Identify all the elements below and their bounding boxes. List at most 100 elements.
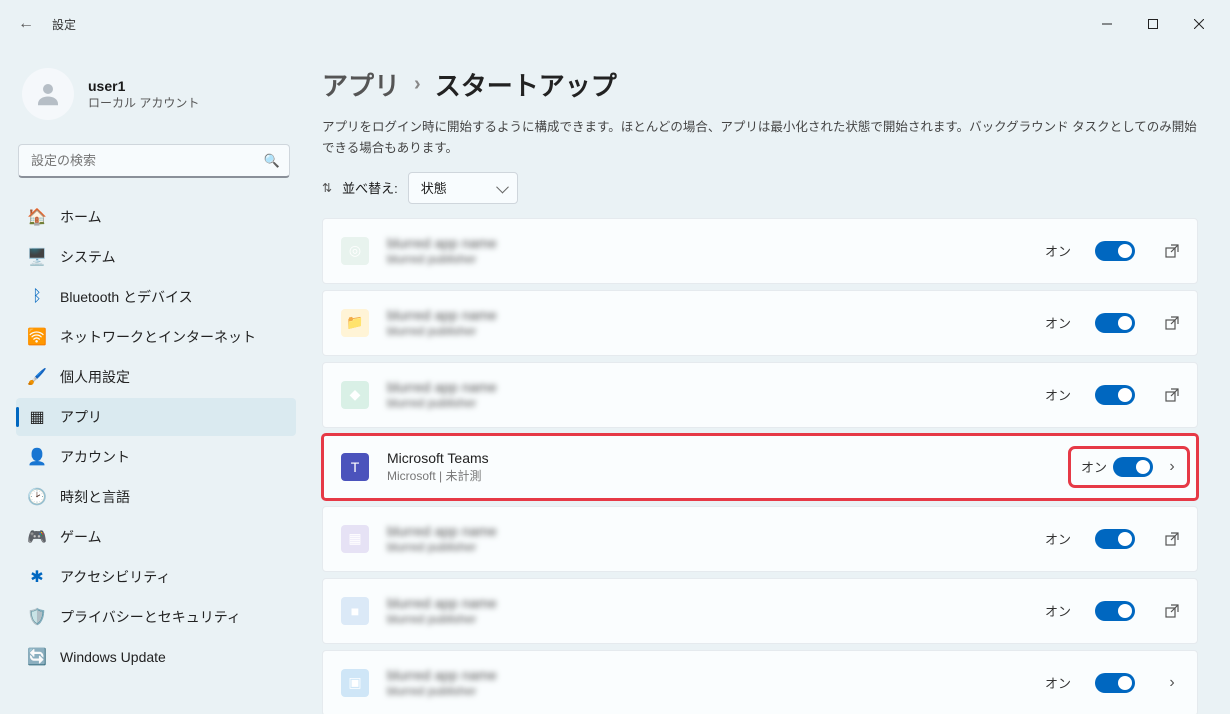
- breadcrumb-parent[interactable]: アプリ: [322, 66, 400, 103]
- sort-label: 並べ替え:: [342, 178, 398, 197]
- app-row[interactable]: ■blurred app nameblurred publisherオン: [322, 578, 1198, 644]
- toggle-state-label: オン: [1081, 457, 1107, 476]
- accessibility-icon: ✱: [28, 568, 46, 586]
- startup-toggle[interactable]: [1095, 601, 1135, 621]
- close-icon: [1194, 19, 1204, 29]
- nav-label: アクセシビリティ: [60, 567, 170, 587]
- search-input[interactable]: [18, 144, 290, 178]
- app-subtitle: blurred publisher: [387, 324, 1027, 338]
- user-block[interactable]: user1 ローカル アカウント: [16, 60, 296, 138]
- nav-update[interactable]: 🔄Windows Update: [16, 638, 296, 676]
- toggle-state-label: オン: [1045, 241, 1071, 260]
- app-subtitle: blurred publisher: [387, 540, 1027, 554]
- sidebar: user1 ローカル アカウント 🔍 🏠ホーム 🖥️ システム ᛒ Bluetoot…: [0, 48, 300, 714]
- expand-button[interactable]: ›: [1163, 458, 1181, 476]
- nav-system[interactable]: 🖥️ システム: [16, 238, 296, 276]
- highlighted-controls: オン ›: [1071, 449, 1187, 485]
- nav-label: ネットワークとインターネット: [60, 327, 256, 347]
- sort-select[interactable]: 状態: [408, 172, 518, 204]
- app-icon: ◎: [341, 237, 369, 265]
- nav-label: アプリ: [60, 407, 102, 427]
- app-icon: ▦: [341, 525, 369, 553]
- app-title: blurred app name: [387, 523, 1027, 539]
- close-button[interactable]: [1176, 8, 1222, 40]
- app-row[interactable]: ▦blurred app nameblurred publisherオン: [322, 506, 1198, 572]
- chevron-right-icon: ›: [414, 73, 421, 96]
- home-icon: 🏠: [28, 208, 46, 226]
- app-title: blurred app name: [387, 379, 1027, 395]
- startup-toggle[interactable]: [1095, 313, 1135, 333]
- expand-button[interactable]: ›: [1163, 674, 1181, 692]
- user-icon: [33, 79, 63, 109]
- titlebar: ← 設定: [0, 0, 1230, 48]
- app-row[interactable]: TMicrosoft TeamsMicrosoft | 未計測オン›: [322, 434, 1198, 500]
- maximize-button[interactable]: [1130, 8, 1176, 40]
- startup-toggle[interactable]: [1095, 241, 1135, 261]
- nav-apps[interactable]: ▦ アプリ: [16, 398, 296, 436]
- toggle-state-label: オン: [1045, 385, 1071, 404]
- startup-toggle[interactable]: [1113, 457, 1153, 477]
- nav-label: アカウント: [60, 447, 130, 467]
- app-title: blurred app name: [387, 667, 1027, 683]
- nav-label: システム: [60, 247, 116, 267]
- startup-toggle[interactable]: [1095, 529, 1135, 549]
- nav-label: プライバシーとセキュリティ: [60, 607, 241, 627]
- toggle-state-label: オン: [1045, 673, 1071, 692]
- app-row[interactable]: 📁blurred app nameblurred publisherオン: [322, 290, 1198, 356]
- app-icon: 📁: [341, 309, 369, 337]
- app-subtitle: blurred publisher: [387, 612, 1027, 626]
- app-row[interactable]: ▣blurred app nameblurred publisherオン›: [322, 650, 1198, 714]
- app-row[interactable]: ◎ blurred app nameblurred publisher オン: [322, 218, 1198, 284]
- user-name: user1: [88, 78, 199, 94]
- window-title: 設定: [52, 16, 76, 33]
- update-icon: 🔄: [28, 648, 46, 666]
- open-location-button[interactable]: [1163, 388, 1181, 402]
- system-icon: 🖥️: [28, 248, 46, 266]
- bluetooth-icon: ᛒ: [28, 288, 46, 306]
- open-location-button[interactable]: [1163, 532, 1181, 546]
- app-row[interactable]: ◆ blurred app nameblurred publisher オン: [322, 362, 1198, 428]
- open-location-button[interactable]: [1163, 244, 1181, 258]
- nav-label: 個人用設定: [60, 367, 130, 387]
- nav-personalization[interactable]: 🖌️個人用設定: [16, 358, 296, 396]
- sort-value: 状態: [421, 178, 447, 197]
- nav-label: Bluetooth とデバイス: [60, 287, 193, 307]
- app-icon: ▣: [341, 669, 369, 697]
- nav-time[interactable]: 🕑時刻と言語: [16, 478, 296, 516]
- maximize-icon: [1148, 19, 1158, 29]
- nav-accounts[interactable]: 👤 アカウント: [16, 438, 296, 476]
- app-subtitle: blurred publisher: [387, 396, 1027, 410]
- nav-gaming[interactable]: 🎮ゲーム: [16, 518, 296, 556]
- app-title: Microsoft Teams: [387, 450, 1053, 466]
- minimize-icon: [1102, 19, 1112, 29]
- startup-toggle[interactable]: [1095, 673, 1135, 693]
- app-icon: ◆: [341, 381, 369, 409]
- open-location-button[interactable]: [1163, 604, 1181, 618]
- user-subtitle: ローカル アカウント: [88, 94, 199, 111]
- nav-accessibility[interactable]: ✱ アクセシビリティ: [16, 558, 296, 596]
- apps-icon: ▦: [28, 408, 46, 426]
- nav-bluetooth[interactable]: ᛒ Bluetooth とデバイス: [16, 278, 296, 316]
- shield-icon: 🛡️: [28, 608, 46, 626]
- app-title: blurred app name: [387, 595, 1027, 611]
- nav-privacy[interactable]: 🛡️ プライバシーとセキュリティ: [16, 598, 296, 636]
- external-link-icon: [1165, 316, 1179, 330]
- external-link-icon: [1165, 388, 1179, 402]
- nav-home[interactable]: 🏠ホーム: [16, 198, 296, 236]
- external-link-icon: [1165, 244, 1179, 258]
- search-icon: 🔍: [264, 153, 280, 169]
- toggle-state-label: オン: [1045, 313, 1071, 332]
- breadcrumb-current: スタートアップ: [435, 66, 617, 103]
- app-subtitle: blurred publisher: [387, 252, 1027, 266]
- app-icon: T: [341, 453, 369, 481]
- accounts-icon: 👤: [28, 448, 46, 466]
- nav-label: 時刻と言語: [60, 487, 130, 507]
- open-location-button[interactable]: [1163, 316, 1181, 330]
- app-title: blurred app name: [387, 235, 1027, 251]
- external-link-icon: [1165, 532, 1179, 546]
- minimize-button[interactable]: [1084, 8, 1130, 40]
- nav-network[interactable]: 🛜ネットワークとインターネット: [16, 318, 296, 356]
- sort-icon: ⇅: [322, 181, 332, 195]
- startup-toggle[interactable]: [1095, 385, 1135, 405]
- back-button[interactable]: ←: [18, 15, 34, 33]
